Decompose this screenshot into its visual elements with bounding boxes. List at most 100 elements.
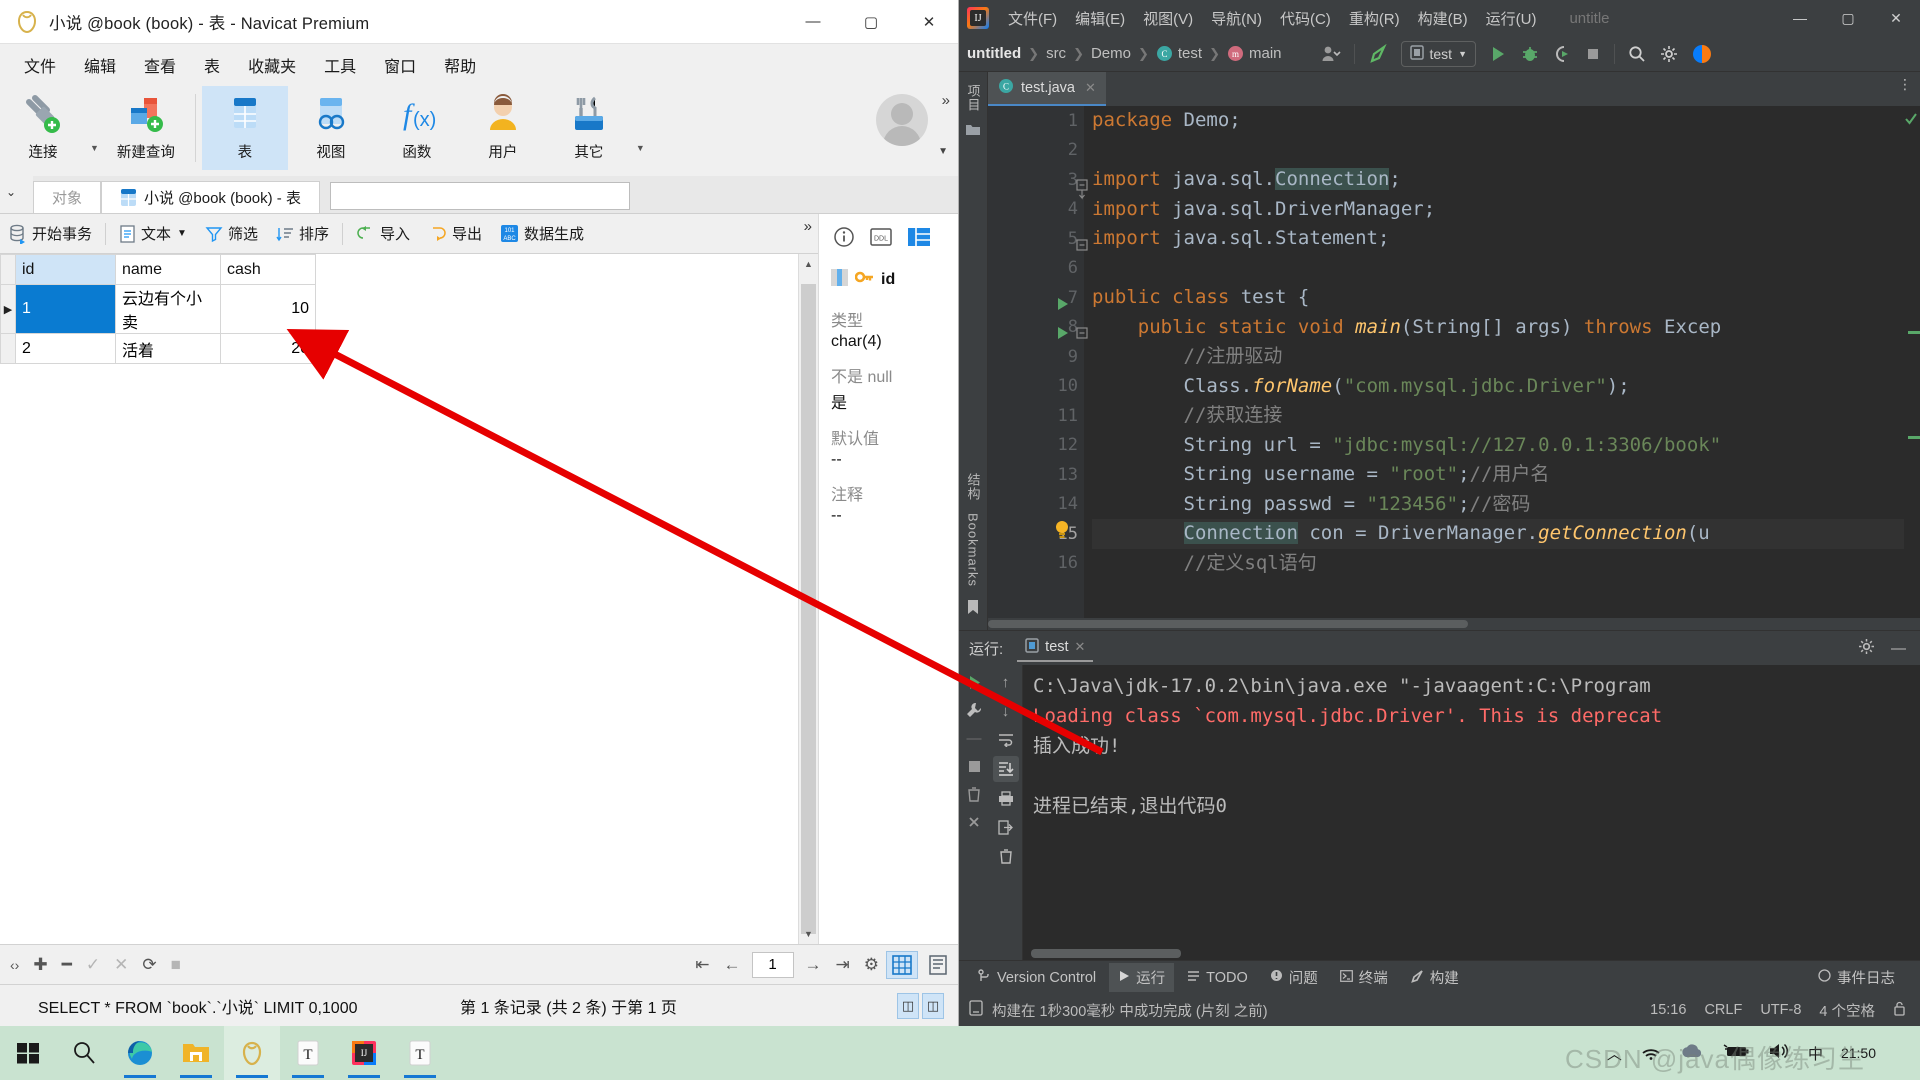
scroll-down-icon[interactable]: ▼ (799, 924, 818, 944)
first-page-button[interactable]: ⇤ (688, 955, 716, 975)
scroll-up-icon[interactable]: ▲ (799, 254, 818, 274)
typora-icon-2[interactable]: T (392, 1026, 448, 1080)
intention-bulb-icon[interactable] (1054, 520, 1070, 545)
ribbon-view[interactable]: 视图 (288, 86, 374, 170)
idea-menu-edit[interactable]: 编辑(E) (1066, 8, 1134, 29)
next-page-button[interactable]: → (798, 955, 829, 975)
scroll-up-button[interactable]: ↑ (993, 669, 1019, 695)
scrollbar-thumb[interactable] (801, 284, 816, 934)
status-encoding[interactable]: UTF-8 (1760, 1002, 1801, 1018)
run-with-coverage-button[interactable] (1546, 45, 1578, 63)
other-dropdown-caret-icon[interactable]: ▼ (632, 143, 649, 153)
scrollbar-thumb[interactable] (1031, 949, 1181, 958)
table-row[interactable]: 2 活着 20 (0, 333, 316, 364)
toolwindow-problems[interactable]: 问题 (1261, 963, 1327, 992)
ribbon-connection[interactable]: 连接 (0, 86, 86, 170)
code-editor[interactable]: 1 2 3 4 5 6 7 8 9 10 11 12 13 14 15 16 p… (988, 106, 1920, 618)
navicat-maximize-button[interactable]: ▢ (842, 0, 900, 43)
folder-icon[interactable] (965, 122, 981, 141)
search-input[interactable] (329, 182, 630, 210)
idea-menu-navigate[interactable]: 导航(N) (1202, 8, 1271, 29)
cell-cash-1[interactable]: 10 (220, 284, 316, 334)
add-record-button[interactable]: ✚ (26, 955, 54, 975)
scroll-to-end-icon[interactable] (992, 756, 1019, 782)
run-method-gutter-icon[interactable] (1056, 326, 1069, 345)
cell-id-1[interactable]: 1 (15, 284, 116, 334)
lock-icon[interactable] (1893, 1001, 1906, 1020)
navicat-taskbar-icon[interactable] (224, 1026, 280, 1080)
status-line-separator[interactable]: CRLF (1704, 1002, 1742, 1018)
idea-menu-view[interactable]: 视图(V) (1134, 8, 1202, 29)
debug-button[interactable] (1514, 45, 1546, 63)
run-tab-test[interactable]: test ✕ (1017, 634, 1094, 662)
prev-page-button[interactable]: ← (717, 955, 748, 975)
apply-changes-button[interactable]: ✓ (79, 955, 107, 975)
hide-run-window-icon[interactable]: — (1891, 640, 1906, 657)
idea-menu-refactor[interactable]: 重构(R) (1340, 8, 1409, 29)
export-button[interactable]: 导出 (419, 214, 491, 253)
run-configuration-selector[interactable]: test ▼ (1400, 40, 1476, 67)
editor-horizontal-scrollbar[interactable] (988, 618, 1920, 630)
run-settings-wrench-icon[interactable] (961, 697, 987, 723)
breadcrumb-demo[interactable]: Demo (1091, 45, 1131, 62)
toolwindow-terminal[interactable]: 终端 (1331, 963, 1397, 992)
ddl-icon[interactable]: DDL (869, 227, 893, 252)
idea-menu-build[interactable]: 构建(B) (1409, 8, 1477, 29)
idea-maximize-button[interactable]: ▢ (1824, 0, 1872, 36)
status-indent[interactable]: 4 个空格 (1819, 1000, 1875, 1021)
idea-menu-file[interactable]: 文件(F) (999, 8, 1066, 29)
intellij-idea-taskbar-icon[interactable]: IJ (336, 1026, 392, 1080)
ribbon-overflow-icon[interactable]: » (942, 92, 950, 109)
build-hammer-icon[interactable] (1361, 43, 1395, 64)
navicat-close-button[interactable]: ✕ (900, 0, 958, 43)
menu-window[interactable]: 窗口 (370, 48, 430, 82)
text-button[interactable]: 文本 ▼ (110, 214, 196, 253)
chevron-down-icon[interactable]: ⌄ (6, 185, 16, 199)
run-class-gutter-icon[interactable] (1056, 297, 1069, 316)
toolwindow-run[interactable]: 运行 (1109, 963, 1175, 992)
menu-favorites[interactable]: 收藏夹 (234, 48, 310, 82)
close-icon[interactable]: ✕ (1085, 80, 1096, 96)
cell-name-2[interactable]: 活着 (115, 333, 221, 364)
ribbon-other[interactable]: 其它 (546, 86, 632, 170)
discard-changes-button[interactable]: ✕ (107, 955, 135, 975)
print-icon[interactable] (993, 785, 1019, 811)
data-generation-button[interactable]: 101 ABC 数据生成 (491, 214, 593, 253)
ide-profile-icon[interactable] (1685, 44, 1719, 64)
tab-active-table[interactable]: 小说 @book (book) - 表 (101, 181, 320, 213)
menu-edit[interactable]: 编辑 (70, 48, 130, 82)
grid-layout-icon[interactable] (907, 227, 931, 252)
menu-table[interactable]: 表 (190, 48, 234, 82)
breadcrumb-main[interactable]: m main (1227, 45, 1282, 62)
chevron-down-icon[interactable]: ▼ (1458, 49, 1467, 59)
form-view-button[interactable] (922, 951, 954, 979)
close-run-icon[interactable] (961, 809, 987, 835)
idea-menu-run[interactable]: 运行(U) (1477, 8, 1546, 29)
rerun-button[interactable] (961, 669, 987, 695)
structure-toolwindow-button[interactable]: 结构 (964, 473, 983, 501)
user-settings-icon[interactable] (1314, 45, 1348, 63)
menu-view[interactable]: 查看 (130, 48, 190, 82)
ribbon-collapse-icon[interactable]: ▼ (938, 146, 948, 157)
ribbon-new-query[interactable]: 新建查询 (103, 86, 189, 170)
typora-icon[interactable]: T (280, 1026, 336, 1080)
navicat-minimize-button[interactable]: — (784, 0, 842, 43)
toggle-left-panel-button[interactable]: ◫ (897, 992, 919, 1019)
import-button[interactable]: 导入 (347, 214, 419, 253)
run-settings-gear-icon[interactable] (1858, 638, 1875, 659)
stop-process-button[interactable] (961, 753, 987, 779)
toggle-right-panel-button[interactable]: ◫ (922, 992, 944, 1019)
scroll-down-button[interactable]: ↓ (993, 698, 1019, 724)
filter-button[interactable]: 筛选 (196, 214, 267, 253)
grid-toolbar-overflow-icon[interactable]: » (804, 218, 812, 235)
column-header-id[interactable]: id (15, 254, 116, 285)
project-toolwindow-button[interactable]: 项目 (964, 84, 983, 112)
editor-options-icon[interactable]: ⋮ (1898, 77, 1912, 92)
begin-transaction-button[interactable]: 开始事务 (0, 214, 101, 253)
breadcrumb-project[interactable]: untitled (967, 45, 1021, 62)
cell-id-2[interactable]: 2 (15, 333, 116, 364)
menu-tools[interactable]: 工具 (310, 48, 370, 82)
trash-icon[interactable] (961, 781, 987, 807)
toolwindow-event-log[interactable]: 事件日志 (1809, 963, 1904, 992)
toolwindow-build[interactable]: 构建 (1401, 963, 1468, 992)
